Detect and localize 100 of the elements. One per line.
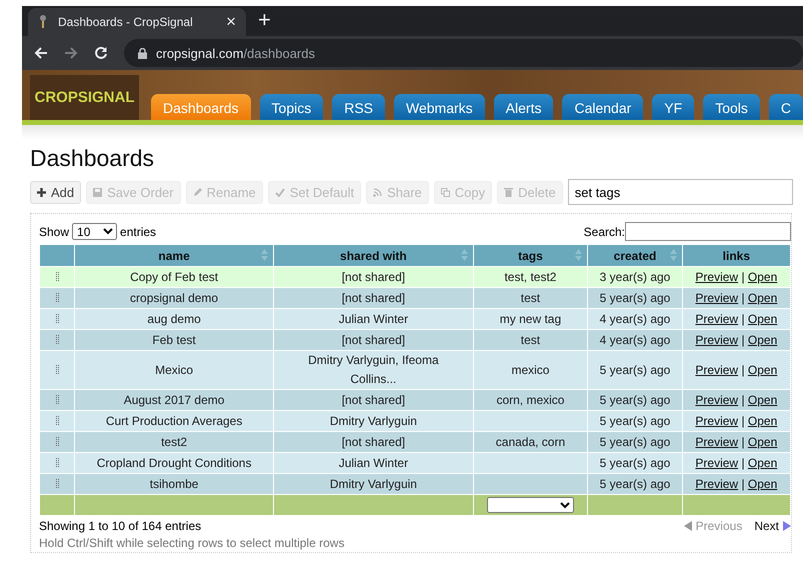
nav-tab[interactable]: Calendar: [562, 94, 644, 120]
separator-text: |: [741, 270, 745, 284]
sort-icon: [460, 249, 468, 261]
tags-text: test: [520, 333, 540, 347]
name-text: Feb test: [152, 333, 196, 347]
column-header[interactable]: created: [588, 244, 682, 266]
shared-with-text: Dmitry Varlyguin, Ifeoma Collins...: [307, 352, 440, 388]
left-triangle-icon: [684, 521, 692, 531]
page-title: Dashboards: [30, 145, 156, 172]
name-text: August 2017 demo: [124, 393, 224, 407]
column-header[interactable]: name: [74, 244, 274, 266]
separator-text: |: [741, 393, 745, 407]
table-row[interactable]: Feb test [not shared] test 4 year(s) ago Preview | Open: [40, 330, 790, 350]
open-link[interactable]: Open: [748, 477, 778, 491]
browser-tab[interactable]: Dashboards - CropSignal ×: [28, 8, 246, 36]
entries-select[interactable]: 10: [72, 223, 118, 240]
nav-tab[interactable]: Alerts: [494, 94, 554, 120]
search-label: Search:: [584, 224, 625, 238]
created-text: 5 year(s) ago: [600, 477, 670, 491]
hint-text: Hold Ctrl/Shift while selecting rows to select multiple rows: [39, 536, 346, 550]
forward-icon[interactable]: [64, 46, 78, 60]
next-button[interactable]: Next: [754, 519, 791, 533]
table-row[interactable]: tsihombe Dmitry Varlyguin 5 year(s) ago Preview | Open: [40, 474, 790, 494]
toolbar-button[interactable]: Add: [30, 180, 82, 204]
new-tab-button[interactable]: +: [258, 7, 271, 33]
tags-input-field[interactable]: set tags: [568, 179, 793, 205]
table-row[interactable]: Copy of Feb test [not shared] test, test2 3 year(s) ago Preview | Open: [40, 266, 790, 288]
sort-icon: [575, 249, 582, 261]
drag-handle-icon[interactable]: [56, 437, 58, 446]
preview-link[interactable]: Preview: [695, 393, 738, 407]
drag-handle-icon[interactable]: [56, 479, 58, 488]
preview-link[interactable]: Preview: [695, 291, 738, 305]
nav-tab[interactable]: RSS: [332, 94, 386, 120]
open-link[interactable]: Open: [748, 291, 778, 305]
entries-label: entries: [120, 224, 156, 238]
nav-tab[interactable]: YF: [652, 94, 694, 120]
drag-handle-icon[interactable]: [56, 314, 58, 323]
nav-tab[interactable]: Webmarks: [394, 94, 485, 120]
address-bar[interactable]: cropsignal.com/dashboards: [124, 39, 803, 67]
back-icon[interactable]: [34, 46, 48, 60]
logo[interactable]: CROPSIGNAL: [30, 75, 140, 120]
column-header[interactable]: shared with: [274, 244, 474, 266]
nav-tab[interactable]: Tools: [703, 94, 760, 120]
pencil-icon: [192, 188, 202, 196]
open-link[interactable]: Open: [748, 456, 778, 470]
drag-handle-icon[interactable]: [56, 272, 58, 281]
table-row[interactable]: August 2017 demo [not shared] corn, mexico 5 year(s) ago Preview | Open: [40, 390, 790, 410]
separator-text: |: [741, 435, 745, 449]
tags-filter-select[interactable]: [486, 496, 574, 512]
name-text: Cropland Drought Conditions: [96, 456, 252, 470]
preview-link[interactable]: Preview: [695, 456, 738, 470]
table-row[interactable]: Cropland Drought Conditions Julian Winter 5 year(s) ago Preview | Open: [40, 452, 790, 474]
open-link[interactable]: Open: [748, 270, 778, 284]
preview-link[interactable]: Preview: [695, 477, 738, 491]
separator-text: |: [741, 291, 745, 305]
open-link[interactable]: Open: [748, 363, 778, 377]
antenna-icon: [38, 15, 48, 29]
drag-handle-icon[interactable]: [56, 335, 58, 344]
drag-handle-icon[interactable]: [56, 293, 58, 302]
preview-link[interactable]: Preview: [695, 435, 738, 449]
separator-text: |: [741, 414, 745, 428]
preview-link[interactable]: Preview: [695, 333, 738, 347]
table-row[interactable]: cropsignal demo [not shared] test 5 year(s) ago Preview | Open: [40, 288, 790, 308]
table-row[interactable]: aug demo Julian Winter my new tag 4 year(s) ago Preview | Open: [40, 308, 790, 330]
shared-with-text: Dmitry Varlyguin: [330, 412, 417, 430]
table-row[interactable]: Mexico Dmitry Varlyguin, Ifeoma Collins... mexico 5 year(s) ago Preview | Open: [40, 350, 790, 390]
column-header[interactable]: tags: [473, 244, 588, 266]
open-link[interactable]: Open: [748, 435, 778, 449]
nav-tab[interactable]: Topics: [260, 94, 324, 120]
separator-text: |: [741, 363, 745, 377]
open-link[interactable]: Open: [748, 393, 778, 407]
nav-tab[interactable]: C: [768, 94, 803, 120]
sort-icon: [261, 249, 268, 261]
tags-text: test, test2: [504, 270, 556, 284]
drag-handle-icon[interactable]: [56, 395, 58, 404]
tags-text: my new tag: [500, 312, 562, 326]
search-field[interactable]: [625, 222, 791, 241]
open-link[interactable]: Open: [748, 414, 778, 428]
drag-handle-icon[interactable]: [56, 416, 58, 425]
shared-with-text: Julian Winter: [338, 454, 408, 472]
tags-text: canada, corn: [496, 435, 566, 449]
drag-handle-icon[interactable]: [56, 365, 58, 374]
name-text: Mexico: [155, 363, 194, 377]
separator-text: |: [741, 333, 745, 347]
drag-handle-icon[interactable]: [56, 458, 58, 467]
preview-link[interactable]: Preview: [695, 363, 738, 377]
close-tab-button[interactable]: ×: [226, 12, 236, 32]
created-text: 5 year(s) ago: [600, 393, 670, 407]
preview-link[interactable]: Preview: [695, 270, 738, 284]
tags-text: corn, mexico: [496, 393, 564, 407]
right-triangle-icon: [783, 521, 791, 531]
tags-text: test: [520, 291, 540, 305]
preview-link[interactable]: Preview: [695, 414, 738, 428]
reload-icon[interactable]: [94, 46, 108, 60]
open-link[interactable]: Open: [748, 312, 778, 326]
table-row[interactable]: Curt Production Averages Dmitry Varlyguin 5 year(s) ago Preview | Open: [40, 410, 790, 432]
table-row[interactable]: test2 [not shared] canada, corn 5 year(s) ago Preview | Open: [40, 432, 790, 452]
shared-with-text: [not shared]: [342, 434, 406, 450]
open-link[interactable]: Open: [748, 333, 778, 347]
preview-link[interactable]: Preview: [695, 312, 738, 326]
